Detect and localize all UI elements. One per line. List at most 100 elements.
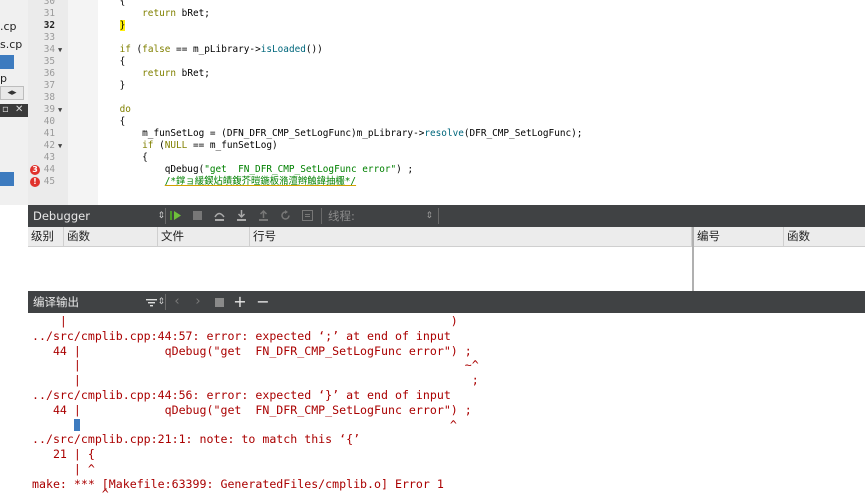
fold-arrow-icon[interactable]: ▼: [58, 44, 62, 56]
toolbar-separator: [165, 208, 166, 224]
chevron-updown-icon: ⇕: [157, 211, 165, 221]
error-marker-icon[interactable]: !: [30, 177, 40, 187]
line-number: 30: [43, 0, 55, 7]
output-line: 44 | qDebug("get FN_DFR_CMP_SetLogFunc e…: [32, 343, 472, 358]
code-text: if (NULL == m_funSetLog): [142, 140, 278, 151]
arrow-right-icon[interactable]: ▸: [12, 88, 17, 98]
line-number: 34: [43, 44, 55, 55]
debugger-toolbar: Debugger ⇕ 线程: ⇕: [28, 205, 865, 227]
code-line: 30 {: [28, 0, 865, 8]
code-line: 40 {: [28, 116, 865, 128]
toolbar-separator: [165, 294, 166, 310]
code-line: 38: [28, 92, 865, 104]
line-number: 38: [43, 92, 55, 103]
code-line: 45! /*鐣ョ緩鍥炶皟鍑芥暟鍦板潃澶辫触鍏抽棴*/: [28, 176, 865, 188]
fold-arrow-icon[interactable]: ▼: [58, 104, 62, 116]
code-line: 43 {: [28, 152, 865, 164]
code-editor[interactable]: 30 {31 return bRet; 32 } 33 34 ▼ if (false =…: [28, 0, 865, 205]
line-number: 31: [43, 8, 55, 19]
debugger-mode-select[interactable]: Debugger ⇕: [28, 205, 165, 227]
project-sidebar: .cp s.cp p ◂▸ ▫ ✕: [0, 0, 29, 205]
line-number: 35: [43, 56, 55, 67]
output-line: ../src/cmplib.cpp:44:56: error: expected…: [32, 388, 451, 402]
code-text: }: [97, 80, 126, 91]
step-over-icon[interactable]: [213, 209, 226, 222]
compile-output-text[interactable]: | ) ../src/cmplib.cpp:44:57: error: expec…: [28, 313, 865, 498]
output-line: ^: [32, 418, 457, 433]
code-text: return bRet;: [142, 68, 210, 79]
code-text: qDebug("get FN_DFR_CMP_SetLogFunc error"…: [97, 164, 414, 175]
code-text: do: [119, 104, 131, 115]
code-text: return bRet;: [142, 8, 210, 19]
code-text: {: [97, 56, 126, 67]
output-line: ../src/cmplib.cpp:44:57: error: expected…: [32, 328, 451, 343]
scroll-arrows[interactable]: ◂▸: [0, 86, 24, 100]
column-header-function[interactable]: 函数: [784, 227, 865, 246]
step-out-icon[interactable]: [257, 209, 270, 222]
thread-select[interactable]: 线程: ⇕: [328, 205, 433, 227]
line-number: 32: [43, 20, 55, 31]
code-line: 36 return bRet;: [28, 68, 865, 80]
sidebar-pane-header: ▫ ✕: [0, 104, 28, 117]
code-text: {: [97, 152, 148, 163]
line-number: 42: [43, 140, 55, 151]
continue-icon[interactable]: [169, 209, 182, 222]
stop-icon[interactable]: [191, 209, 204, 222]
line-number: 39: [43, 104, 55, 115]
selected-item-indicator: [0, 55, 14, 69]
line-number: 41: [43, 128, 55, 139]
debugger-mode-label: Debugger: [33, 209, 90, 223]
code-line: 35 {: [28, 56, 865, 68]
output-line: ^: [32, 487, 109, 498]
threads-table-header: 编号 函数: [694, 227, 865, 247]
code-text: if (false == m_pLibrary->isLoaded()): [119, 44, 323, 55]
code-line: 31 return bRet;: [28, 8, 865, 20]
next-item-icon[interactable]: ›: [191, 294, 205, 310]
zoom-out-icon[interactable]: −: [256, 294, 270, 310]
line-number: 33: [43, 32, 55, 43]
code-line: 33: [28, 32, 865, 44]
project-file-item[interactable]: .cp: [0, 20, 17, 33]
output-line: 44 | qDebug("get FN_DFR_CMP_SetLogFunc e…: [32, 402, 472, 417]
previous-item-icon[interactable]: ‹: [170, 294, 184, 310]
code-text: {: [97, 0, 126, 7]
column-header-line[interactable]: 行号: [250, 227, 692, 246]
code-line: 39 ▼ do: [28, 104, 865, 116]
split-icon[interactable]: ▫: [2, 104, 9, 115]
output-line: | ;: [32, 373, 479, 388]
close-pane-icon[interactable]: ✕: [15, 104, 23, 115]
column-header-function[interactable]: 函数: [64, 227, 158, 246]
line-number: 37: [43, 80, 55, 91]
line-number: 43: [43, 152, 55, 163]
zoom-in-icon[interactable]: +: [233, 294, 247, 310]
column-header-id[interactable]: 编号: [694, 227, 784, 246]
output-line: | ~^: [32, 358, 479, 373]
column-header-file[interactable]: 文件: [158, 227, 250, 246]
chevron-updown-icon: ⇕: [157, 297, 165, 307]
selected-item-indicator: [0, 172, 14, 186]
compile-output-toolbar: 编译输出 ⇕ ‹ › + −: [28, 291, 865, 313]
code-line: 44 3 qDebug("get FN_DFR_CMP_SetLogFunc er…: [28, 164, 865, 176]
code-line: 41 m_funSetLog = (DFN_DFR_CMP_SetLogFunc…: [28, 128, 865, 140]
project-item-p[interactable]: p: [0, 72, 7, 85]
code-text: {: [97, 116, 126, 127]
options-icon[interactable]: [301, 209, 314, 222]
output-line: | ): [32, 314, 458, 328]
stop-icon[interactable]: [213, 296, 226, 309]
thread-label: 线程:: [328, 209, 355, 223]
chevron-updown-icon: ⇕: [425, 211, 433, 221]
code-line: 37 }: [28, 80, 865, 92]
filter-icon[interactable]: [145, 296, 158, 309]
code-text: m_funSetLog = (DFN_DFR_CMP_SetLogFunc)m_…: [97, 128, 583, 139]
error-marker-icon[interactable]: 3: [30, 165, 40, 175]
project-file-item[interactable]: s.cp: [0, 38, 22, 51]
restart-icon[interactable]: [279, 209, 292, 222]
stack-view: 级别 函数 文件 行号 编号 函数: [28, 227, 865, 291]
code-line: 42 ▼ if (NULL == m_funSetLog): [28, 140, 865, 152]
column-header-level[interactable]: 级别: [28, 227, 64, 246]
code-line: 34 ▼ if (false == m_pLibrary->isLoaded()): [28, 44, 865, 56]
code-text: }: [119, 20, 126, 31]
output-line: | ^: [32, 462, 95, 476]
fold-arrow-icon[interactable]: ▼: [58, 140, 62, 152]
step-into-icon[interactable]: [235, 209, 248, 222]
